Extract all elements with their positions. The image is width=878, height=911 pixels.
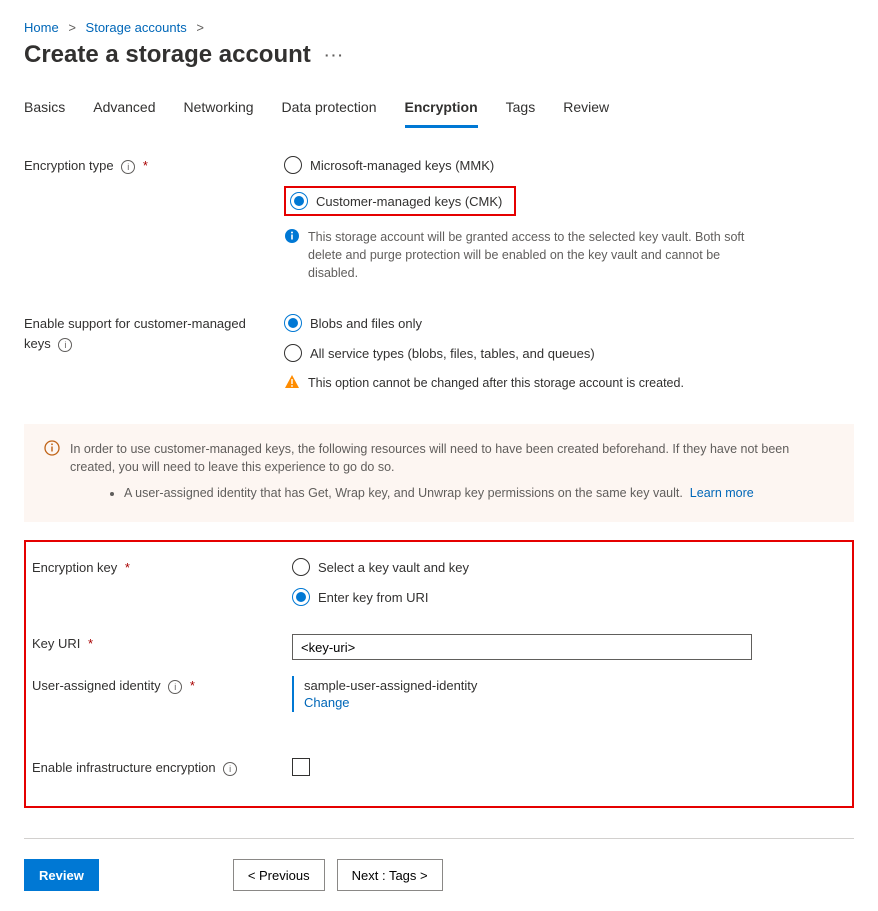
more-actions-icon[interactable]: ··· xyxy=(325,47,345,63)
key-uri-input[interactable] xyxy=(292,634,752,660)
radio-mmk-label: Microsoft-managed keys (MMK) xyxy=(310,158,494,173)
user-identity-label: User-assigned identity i * xyxy=(32,676,292,696)
user-identity-value: sample-user-assigned-identity xyxy=(304,678,826,693)
info-icon[interactable]: i xyxy=(58,338,72,352)
review-button[interactable]: Review xyxy=(24,859,99,891)
info-icon[interactable]: i xyxy=(223,762,237,776)
breadcrumb-storage-accounts[interactable]: Storage accounts xyxy=(86,20,187,35)
next-button[interactable]: Next : Tags > xyxy=(337,859,443,891)
breadcrumb: Home > Storage accounts > xyxy=(24,20,854,35)
chevron-right-icon: > xyxy=(196,20,204,35)
info-icon xyxy=(44,440,60,476)
key-uri-label: Key URI * xyxy=(32,634,292,654)
info-icon xyxy=(284,228,300,282)
cmk-support-warning: This option cannot be changed after this… xyxy=(308,374,684,392)
prerequisites-notice: In order to use customer-managed keys, t… xyxy=(24,424,854,522)
radio-cmk[interactable] xyxy=(290,192,308,210)
encryption-type-label: Encryption type i * xyxy=(24,156,284,176)
required-indicator: * xyxy=(190,678,195,693)
radio-mmk[interactable] xyxy=(284,156,302,174)
page-title-text: Create a storage account xyxy=(24,41,311,69)
radio-all-services-label: All service types (blobs, files, tables,… xyxy=(310,346,595,361)
radio-select-key-vault[interactable] xyxy=(292,558,310,576)
radio-all-services[interactable] xyxy=(284,344,302,362)
radio-cmk-label: Customer-managed keys (CMK) xyxy=(316,194,502,209)
radio-enter-uri-label: Enter key from URI xyxy=(318,590,429,605)
infra-encryption-label: Enable infrastructure encryption i xyxy=(32,758,292,778)
tabs: Basics Advanced Networking Data protecti… xyxy=(24,99,854,128)
highlight-box-cmk: Customer-managed keys (CMK) xyxy=(284,186,516,216)
infra-encryption-checkbox[interactable] xyxy=(292,758,310,776)
user-identity-value-block: sample-user-assigned-identity Change xyxy=(292,676,836,712)
footer-buttons: Review < Previous Next : Tags > xyxy=(24,859,854,891)
tab-data-protection[interactable]: Data protection xyxy=(282,99,377,128)
learn-more-link[interactable]: Learn more xyxy=(690,486,754,500)
tab-networking[interactable]: Networking xyxy=(184,99,254,128)
cmk-support-label: Enable support for customer-managed keys… xyxy=(24,314,284,354)
previous-button[interactable]: < Previous xyxy=(233,859,325,891)
encryption-type-hint: This storage account will be granted acc… xyxy=(308,228,748,282)
notice-bullet-item: A user-assigned identity that has Get, W… xyxy=(124,486,834,500)
highlight-box-key-config: Encryption key * Select a key vault and … xyxy=(24,540,854,808)
radio-blobs-files-label: Blobs and files only xyxy=(310,316,422,331)
required-indicator: * xyxy=(143,158,148,173)
info-icon[interactable]: i xyxy=(168,680,182,694)
encryption-key-label: Encryption key * xyxy=(32,558,292,578)
warning-icon xyxy=(284,374,300,392)
required-indicator: * xyxy=(125,560,130,575)
tab-review[interactable]: Review xyxy=(563,99,609,128)
tab-encryption[interactable]: Encryption xyxy=(405,99,478,128)
info-icon[interactable]: i xyxy=(121,160,135,174)
page-title: Create a storage account ··· xyxy=(24,41,854,69)
tab-basics[interactable]: Basics xyxy=(24,99,65,128)
change-identity-link[interactable]: Change xyxy=(304,695,350,710)
radio-enter-uri[interactable] xyxy=(292,588,310,606)
tab-tags[interactable]: Tags xyxy=(506,99,536,128)
notice-text: In order to use customer-managed keys, t… xyxy=(70,440,834,476)
required-indicator: * xyxy=(88,636,93,651)
breadcrumb-home[interactable]: Home xyxy=(24,20,59,35)
radio-blobs-files[interactable] xyxy=(284,314,302,332)
divider xyxy=(24,838,854,839)
chevron-right-icon: > xyxy=(68,20,76,35)
tab-advanced[interactable]: Advanced xyxy=(93,99,155,128)
radio-select-key-vault-label: Select a key vault and key xyxy=(318,560,469,575)
